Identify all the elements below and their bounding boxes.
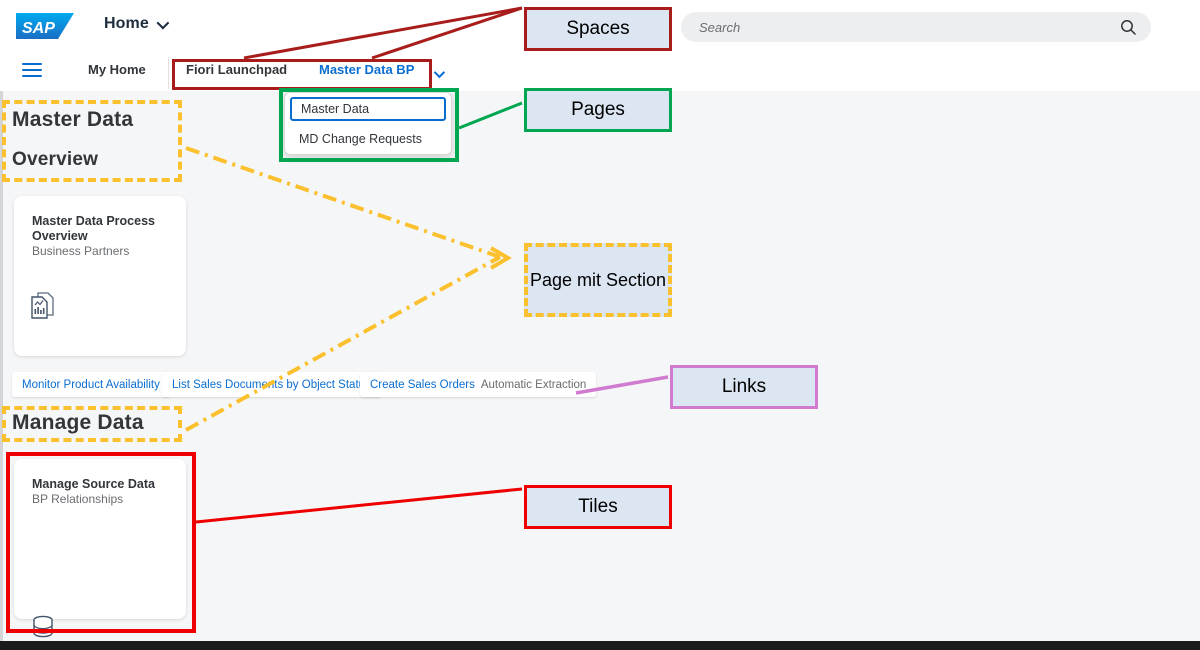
space-chevron-down-icon[interactable]	[433, 65, 446, 83]
search-input[interactable]	[681, 18, 1120, 36]
link-secondary-label: Automatic Extraction	[480, 378, 587, 391]
section-title-manage-data: Manage Data	[12, 411, 144, 434]
tile-subtitle: BP Relationships	[32, 492, 124, 506]
tile-title: Manage Source Data	[32, 477, 155, 491]
page-content: Master Data Overview Master Data Process…	[0, 91, 1200, 638]
callout-pages: Pages	[524, 88, 672, 132]
link-list-sales-documents[interactable]: List Sales Documents by Object Status	[162, 372, 381, 397]
search-bar[interactable]	[681, 12, 1151, 42]
bottom-bar	[0, 641, 1200, 650]
svg-text:SAP: SAP	[22, 20, 55, 37]
fiori-launchpad-screenshot: SAP Home My Home Fiori Launchpad Master …	[0, 0, 1200, 650]
link-create-sales-orders[interactable]: Create Sales Orders Automatic Extraction	[360, 372, 597, 397]
page-menu-item-master-data[interactable]: Master Data	[290, 97, 446, 121]
link-primary-label: List Sales Documents by Object Status	[172, 378, 371, 391]
link-primary-label: Monitor Product Availability	[22, 378, 160, 391]
nav-divider	[168, 57, 169, 89]
tile-manage-source-data[interactable]: Manage Source Data BP Relationships	[14, 459, 186, 638]
tile-subtitle: Business Partners	[32, 244, 130, 258]
space-tab-my-home[interactable]: My Home	[88, 62, 146, 77]
space-tab-master-data-bp[interactable]: Master Data BP	[319, 62, 414, 77]
chevron-down-icon	[156, 16, 170, 29]
callout-spaces: Spaces	[524, 7, 672, 51]
spaces-navigation-bar: My Home Fiori Launchpad Master Data BP	[0, 53, 1200, 91]
section-title-master-data: Master Data	[12, 108, 134, 131]
section-subtitle-overview: Overview	[12, 149, 99, 170]
search-icon[interactable]	[1120, 19, 1137, 36]
hamburger-icon[interactable]	[22, 63, 42, 78]
callout-page-mit-section: Page mit Section	[524, 243, 672, 317]
callout-tiles: Tiles	[524, 485, 672, 529]
sap-logo: SAP	[16, 12, 82, 40]
link-primary-label: Create Sales Orders	[370, 378, 475, 391]
link-monitor-product-availability[interactable]: Monitor Product Availability	[12, 372, 170, 397]
pages-dropdown-menu[interactable]: Master Data MD Change Requests	[284, 92, 452, 155]
tile-master-data-process-overview[interactable]: Master Data Process Overview Business Pa…	[14, 196, 186, 356]
page-menu-item-md-change-requests[interactable]: MD Change Requests	[285, 126, 451, 154]
report-documents-icon	[30, 291, 56, 324]
tile-title: Master Data Process Overview	[32, 214, 155, 243]
callout-links: Links	[670, 365, 818, 409]
space-tab-fiori-launchpad[interactable]: Fiori Launchpad	[186, 62, 287, 77]
home-menu-label: Home	[104, 15, 149, 32]
home-menu-button[interactable]: Home	[104, 15, 170, 33]
